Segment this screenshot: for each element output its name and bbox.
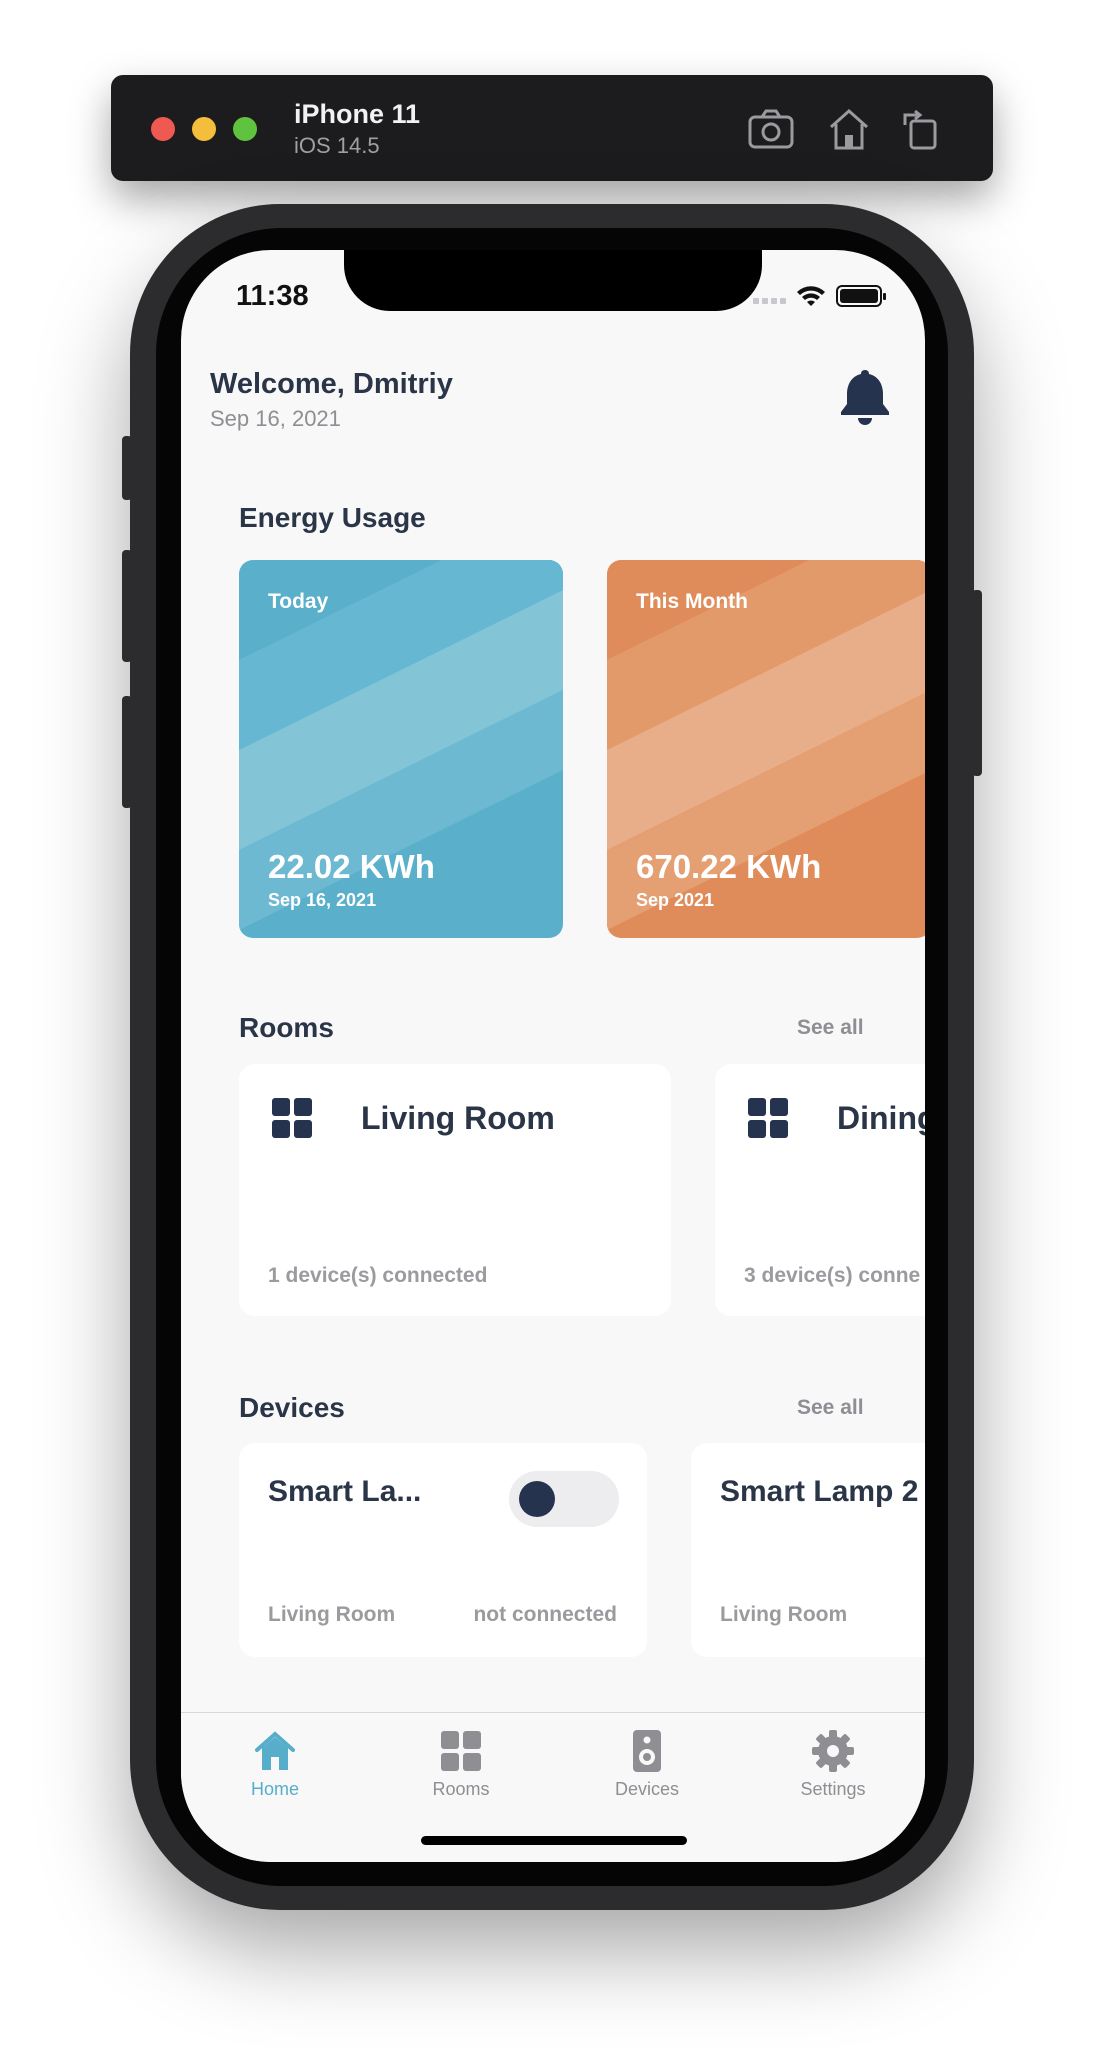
volume-up-button [122,550,132,662]
status-icons [753,284,893,308]
grid-icon [748,1098,788,1138]
close-window-button[interactable] [151,117,175,141]
power-button [972,590,982,776]
device-room: Living Room [720,1603,848,1626]
volume-down-button [122,696,132,808]
home-indicator [421,1836,687,1845]
rooms-section-title: Rooms [239,1012,334,1043]
grid-icon [272,1098,312,1138]
header-date: Sep 16, 2021 [210,406,341,431]
tab-label: Home [250,1779,299,1799]
room-card-dining[interactable]: Dining 3 device(s) conne [715,1064,925,1316]
simulator-toolbar: iPhone 11 iOS 14.5 [111,75,993,181]
simulator-os-version: iOS 14.5 [294,133,380,158]
energy-card-date: Sep 2021 [636,890,715,910]
devices-see-all-link[interactable]: See all [797,1396,864,1420]
tab-home[interactable]: Home [215,1729,335,1800]
home-icon[interactable] [825,105,873,153]
energy-card-value: 670.22 KWh [636,848,822,885]
room-device-count: 1 device(s) connected [268,1264,488,1287]
energy-section-title: Energy Usage [239,502,426,533]
devices-section-title: Devices [239,1392,345,1423]
device-room: Living Room [268,1603,396,1626]
grid-icon [441,1731,481,1771]
bell-icon[interactable] [837,366,893,426]
rooms-see-all-link[interactable]: See all [797,1016,864,1040]
tab-settings[interactable]: Settings [773,1729,893,1800]
device-card-smart-lamp-2[interactable]: Smart Lamp 2 Living Room [691,1443,925,1657]
mute-switch [122,436,132,500]
status-time: 11:38 [236,280,309,312]
room-name: Living Room [361,1100,555,1136]
minimize-window-button[interactable] [192,117,216,141]
energy-card-date: Sep 16, 2021 [268,890,377,910]
room-name: Dining [837,1100,925,1136]
energy-card-value: 22.02 KWh [268,848,435,885]
tab-rooms[interactable]: Rooms [401,1729,521,1800]
rotate-icon[interactable] [897,105,945,153]
tab-label: Settings [800,1779,866,1799]
tab-label: Devices [614,1779,680,1799]
signal-icon [753,298,786,304]
welcome-title: Welcome, Dmitriy [210,368,453,400]
home-icon [255,1731,295,1770]
tab-label: Rooms [432,1779,490,1799]
battery-icon [836,285,886,307]
energy-card-today[interactable]: Today 22.02 KWh Sep 16, 2021 [239,560,563,938]
device-power-toggle[interactable] [509,1471,619,1527]
app-screen: 11:38 Welcome, Dmitriy Sep 16, 2021 Ener… [181,250,925,1862]
simulator-device-name: iPhone 11 [294,99,421,129]
device-name: Smart La... [268,1475,422,1508]
room-card-living-room[interactable]: Living Room 1 device(s) connected [239,1064,671,1316]
notch [344,250,762,311]
tab-devices[interactable]: Devices [587,1729,707,1800]
device-card-smart-lamp-1[interactable]: Smart La... Living Room not connected [239,1443,647,1657]
device-name: Smart Lamp 2 [720,1475,919,1508]
wifi-icon [797,286,825,306]
zoom-window-button[interactable] [233,117,257,141]
device-connection-status: not connected [473,1603,617,1626]
gear-icon [812,1730,854,1772]
room-device-count: 3 device(s) conne [744,1264,921,1287]
energy-card-label: This Month [636,590,748,613]
speaker-icon [633,1730,661,1772]
screenshot-icon[interactable] [747,105,795,153]
energy-card-month[interactable]: This Month 670.22 KWh Sep 2021 [607,560,925,938]
energy-card-label: Today [268,590,329,613]
toggle-knob [519,1481,555,1517]
